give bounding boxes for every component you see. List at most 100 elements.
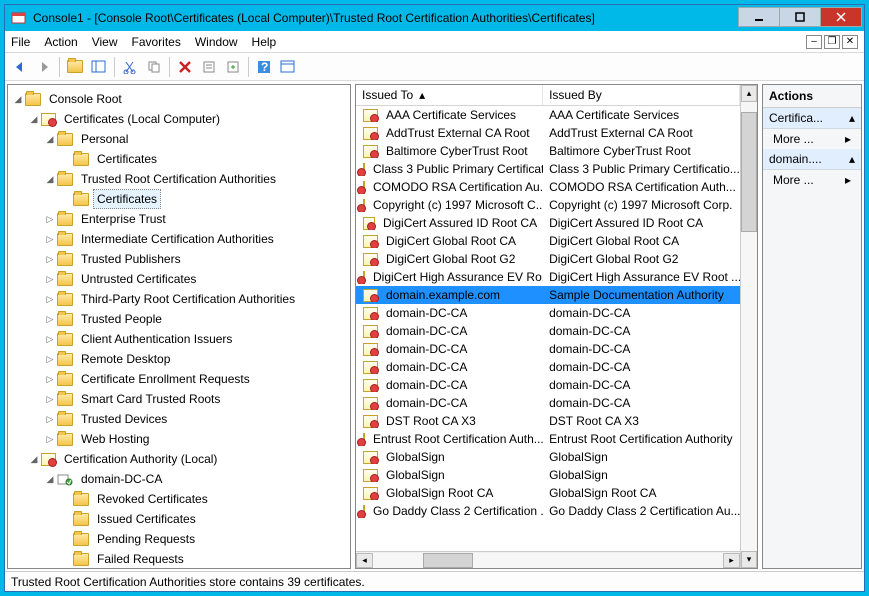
scroll-up-icon[interactable]: ▴ [741, 85, 757, 102]
tree-node[interactable]: Enterprise Trust [77, 209, 170, 229]
scroll-right-icon[interactable]: ▸ [723, 553, 740, 568]
cert-row[interactable]: GlobalSign GlobalSign [356, 448, 740, 466]
cert-row[interactable]: DigiCert Global Root G2 DigiCert Global … [356, 250, 740, 268]
tree-node[interactable]: Issued Certificates [93, 509, 200, 529]
scroll-left-icon[interactable]: ◂ [356, 553, 373, 568]
cert-row[interactable]: domain-DC-CA domain-DC-CA [356, 304, 740, 322]
expand-icon[interactable]: ▷ [44, 390, 56, 408]
list-body[interactable]: AAA Certificate Services AAA Certificate… [356, 106, 740, 551]
expand-icon[interactable]: ▷ [44, 270, 56, 288]
tree-ca-local[interactable]: Certification Authority (Local) [60, 449, 221, 469]
menu-window[interactable]: Window [195, 35, 238, 49]
menu-action[interactable]: Action [44, 35, 77, 49]
tree-node[interactable]: Certificates [93, 149, 161, 169]
forward-button[interactable] [33, 56, 55, 78]
mdi-restore-button[interactable]: ❐ [824, 35, 840, 49]
vertical-scrollbar[interactable]: ▴ ▾ [740, 85, 757, 568]
tree-node[interactable]: Trusted Root Certification Authorities [77, 169, 280, 189]
actions-more-2[interactable]: More ...▸ [763, 170, 861, 190]
expand-icon[interactable]: ▷ [44, 330, 56, 348]
cert-row[interactable]: domain-DC-CA domain-DC-CA [356, 340, 740, 358]
tree-node[interactable]: Failed Requests [93, 549, 188, 569]
tree-ca-name[interactable]: domain-DC-CA [77, 469, 166, 489]
menu-file[interactable]: File [11, 35, 30, 49]
delete-button[interactable] [174, 56, 196, 78]
cert-row[interactable]: GlobalSign GlobalSign [356, 466, 740, 484]
expand-icon[interactable]: ▷ [44, 410, 56, 428]
column-issued-by[interactable]: Issued By [543, 85, 740, 105]
cert-row[interactable]: COMODO RSA Certification Au... COMODO RS… [356, 178, 740, 196]
tree-node[interactable]: Revoked Certificates [93, 489, 212, 509]
expand-icon[interactable]: ▷ [44, 370, 56, 388]
vscroll-thumb[interactable] [741, 112, 757, 232]
cert-row[interactable]: Class 3 Public Primary Certificat... Cla… [356, 160, 740, 178]
maximize-button[interactable] [779, 7, 821, 27]
cert-row[interactable]: domain-DC-CA domain-DC-CA [356, 322, 740, 340]
tree-node[interactable]: Web Hosting [77, 429, 153, 449]
actions-group-certificates[interactable]: Certifica...▴ [763, 108, 861, 129]
cert-row[interactable]: Baltimore CyberTrust Root Baltimore Cybe… [356, 142, 740, 160]
expand-icon[interactable]: ▷ [44, 210, 56, 228]
cert-row[interactable]: domain-DC-CA domain-DC-CA [356, 394, 740, 412]
export-list-button[interactable] [222, 56, 244, 78]
up-button[interactable] [64, 56, 86, 78]
expand-icon[interactable]: ◢ [28, 450, 40, 468]
help-button[interactable]: ? [253, 56, 275, 78]
tree-pane[interactable]: ◢Console Root◢Certificates (Local Comput… [7, 84, 351, 569]
tree-node[interactable]: Untrusted Certificates [77, 269, 200, 289]
scroll-down-icon[interactable]: ▾ [741, 551, 757, 568]
cert-row[interactable]: domain-DC-CA domain-DC-CA [356, 358, 740, 376]
tree-node[interactable]: Third-Party Root Certification Authoriti… [77, 289, 299, 309]
tree-node[interactable]: Personal [77, 129, 132, 149]
horizontal-scrollbar[interactable]: ◂ ▸ [356, 551, 740, 568]
cut-button[interactable] [119, 56, 141, 78]
expand-icon[interactable]: ▷ [44, 350, 56, 368]
cert-row[interactable]: DigiCert Assured ID Root CA DigiCert Ass… [356, 214, 740, 232]
actions-more-1[interactable]: More ...▸ [763, 129, 861, 149]
expand-icon[interactable]: ◢ [44, 170, 56, 188]
hscroll-thumb[interactable] [423, 553, 473, 568]
tree-node[interactable]: Trusted Devices [77, 409, 171, 429]
expand-icon[interactable]: ▷ [44, 250, 56, 268]
tree-node[interactable]: Certificates [93, 189, 161, 209]
options-button[interactable] [277, 56, 299, 78]
expand-icon[interactable]: ◢ [12, 90, 24, 108]
mdi-close-button[interactable]: ✕ [842, 35, 858, 49]
cert-row[interactable]: Go Daddy Class 2 Certification ... Go Da… [356, 502, 740, 520]
cert-row[interactable]: AddTrust External CA Root AddTrust Exter… [356, 124, 740, 142]
expand-icon[interactable]: ◢ [44, 130, 56, 148]
expand-icon[interactable]: ◢ [28, 110, 40, 128]
expand-icon[interactable]: ▷ [44, 290, 56, 308]
cert-row[interactable]: domain-DC-CA domain-DC-CA [356, 376, 740, 394]
cert-row[interactable]: DigiCert High Assurance EV Ro... DigiCer… [356, 268, 740, 286]
cert-row[interactable]: domain.example.com Sample Documentation … [356, 286, 740, 304]
close-button[interactable] [820, 7, 862, 27]
tree-node[interactable]: Trusted Publishers [77, 249, 185, 269]
tree-node[interactable]: Pending Requests [93, 529, 199, 549]
cert-row[interactable]: DigiCert Global Root CA DigiCert Global … [356, 232, 740, 250]
mdi-minimize-button[interactable]: – [806, 35, 822, 49]
tree-node[interactable]: Trusted People [77, 309, 166, 329]
expand-icon[interactable]: ◢ [44, 470, 56, 488]
cert-row[interactable]: Entrust Root Certification Auth... Entru… [356, 430, 740, 448]
actions-group-domain[interactable]: domain....▴ [763, 149, 861, 170]
back-button[interactable] [9, 56, 31, 78]
cert-row[interactable]: GlobalSign Root CA GlobalSign Root CA [356, 484, 740, 502]
copy-button[interactable] [143, 56, 165, 78]
tree-node[interactable]: Intermediate Certification Authorities [77, 229, 278, 249]
tree-node[interactable]: Client Authentication Issuers [77, 329, 236, 349]
minimize-button[interactable] [738, 7, 780, 27]
expand-icon[interactable]: ▷ [44, 310, 56, 328]
menu-view[interactable]: View [92, 35, 118, 49]
expand-icon[interactable]: ▷ [44, 230, 56, 248]
properties-button[interactable] [198, 56, 220, 78]
menu-help[interactable]: Help [252, 35, 277, 49]
show-hide-tree-button[interactable] [88, 56, 110, 78]
cert-row[interactable]: DST Root CA X3 DST Root CA X3 [356, 412, 740, 430]
tree-node[interactable]: Certificate Enrollment Requests [77, 369, 254, 389]
tree-node[interactable]: Smart Card Trusted Roots [77, 389, 224, 409]
tree-console-root[interactable]: Console Root [45, 89, 126, 109]
menu-favorites[interactable]: Favorites [132, 35, 181, 49]
cert-row[interactable]: AAA Certificate Services AAA Certificate… [356, 106, 740, 124]
column-issued-to[interactable]: Issued To▴ [356, 85, 543, 105]
